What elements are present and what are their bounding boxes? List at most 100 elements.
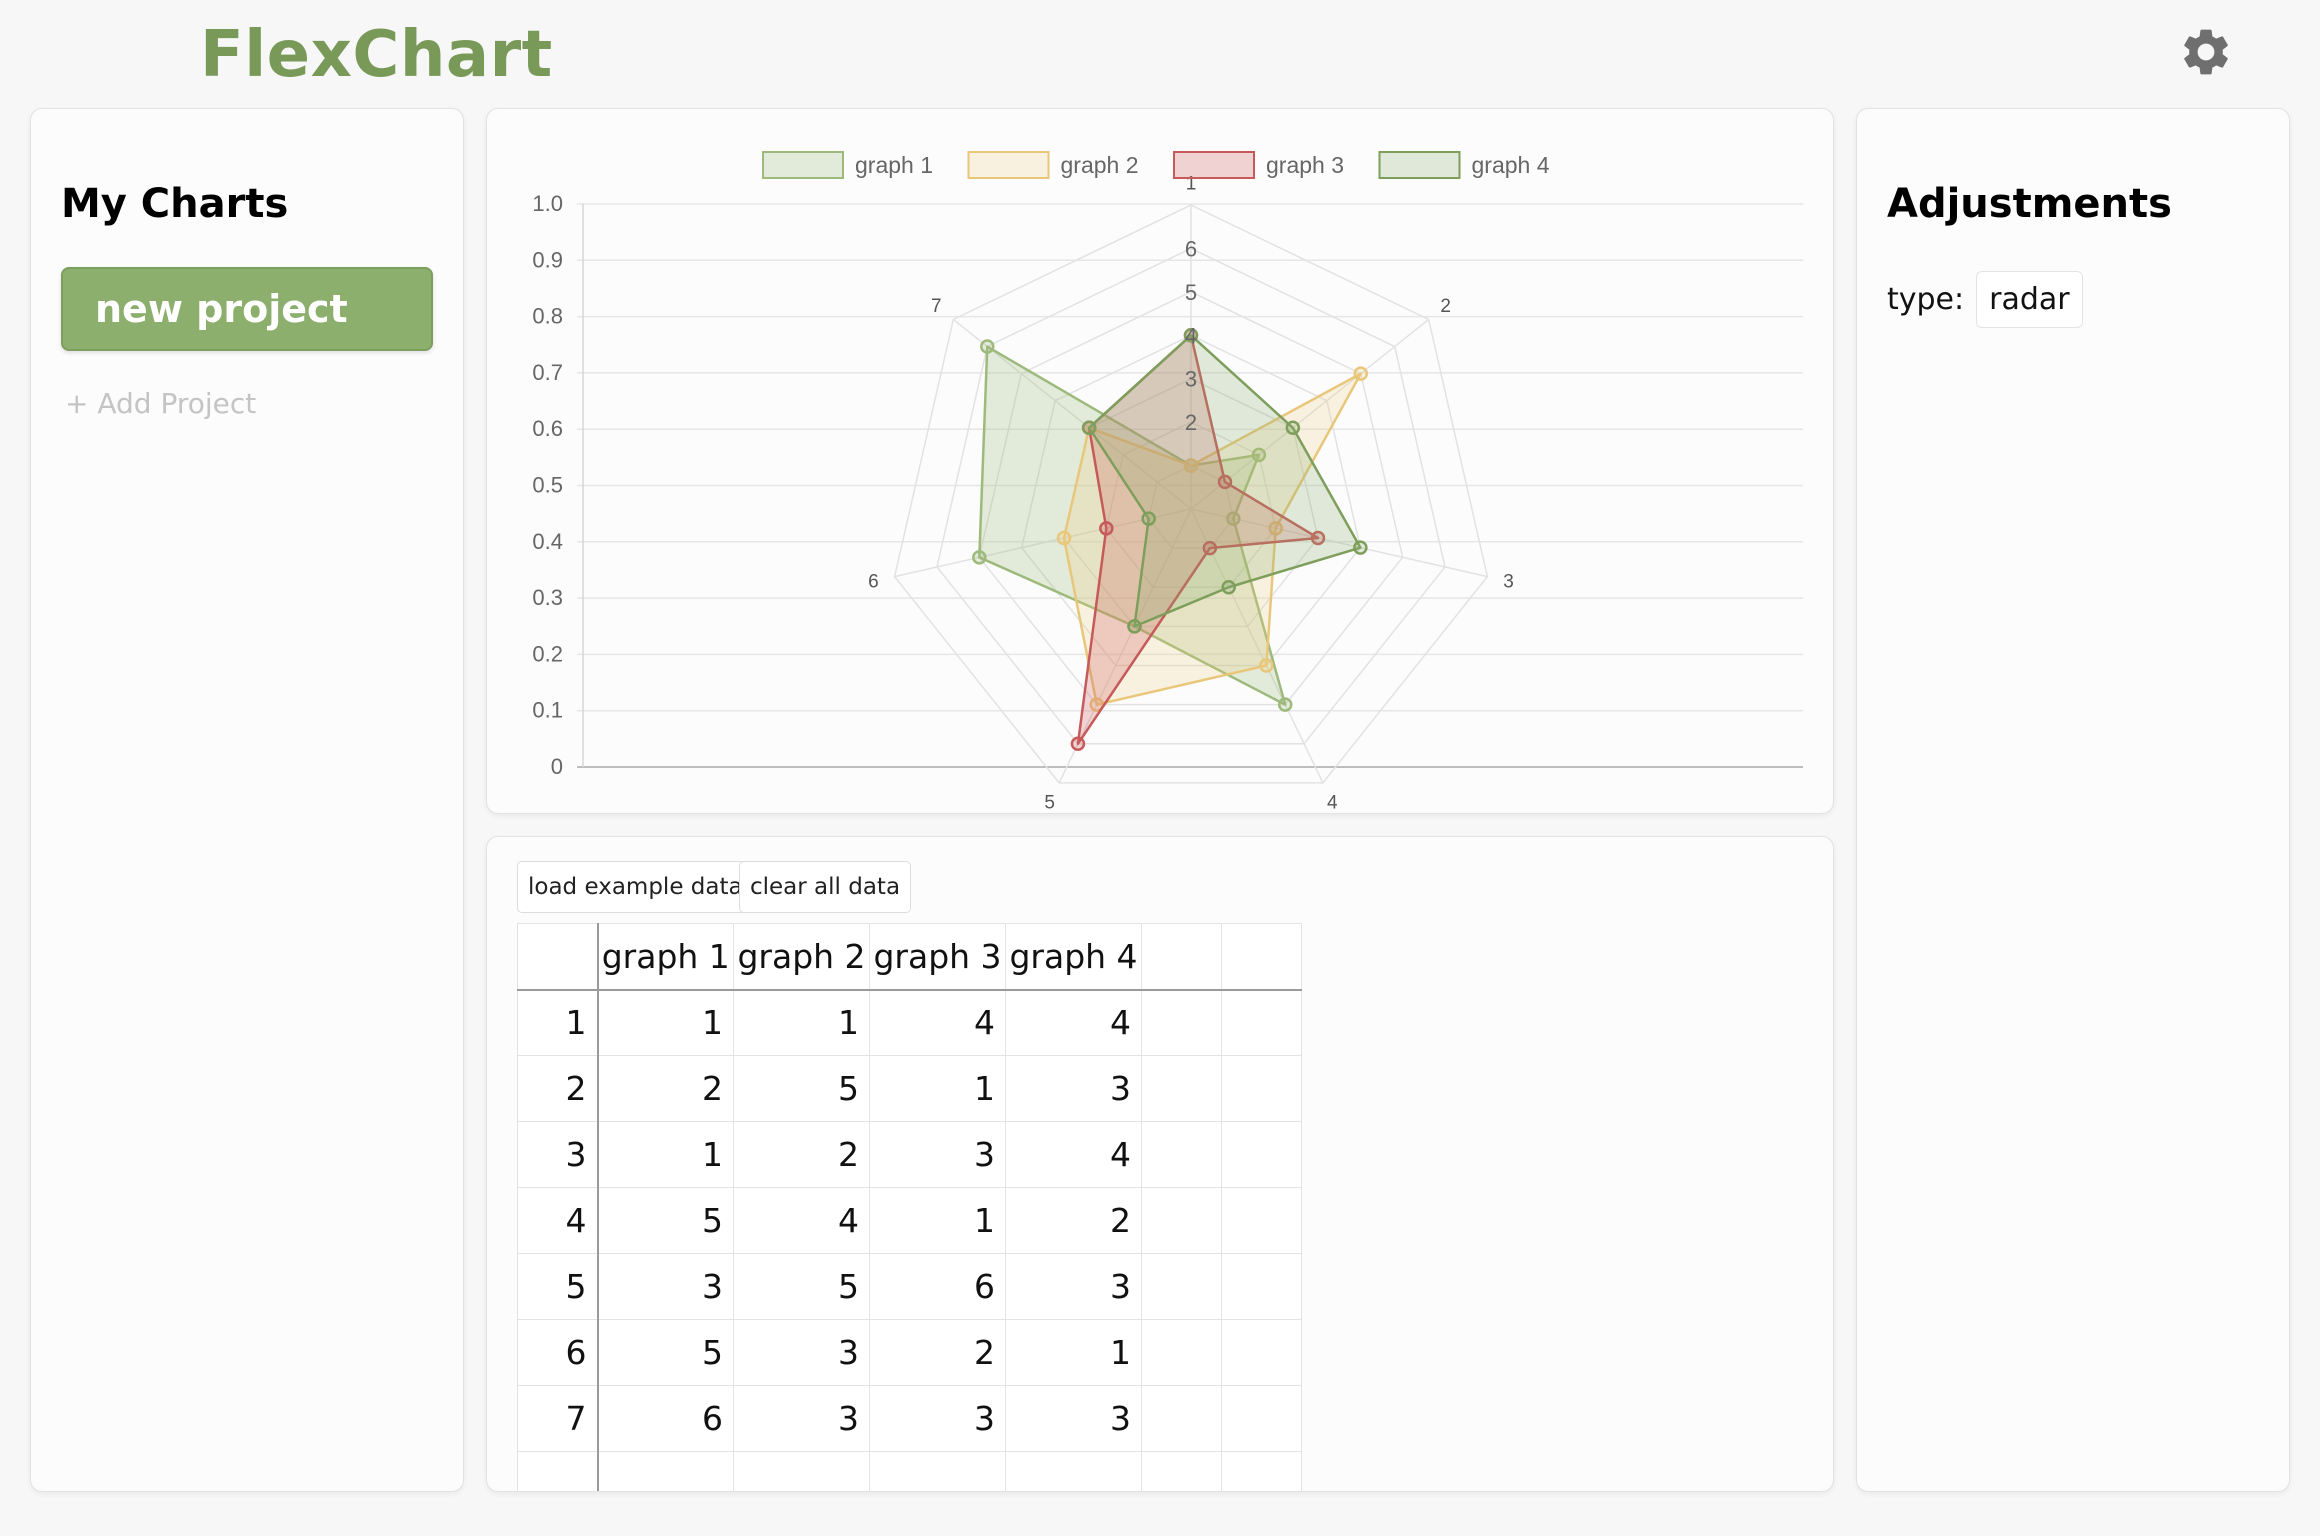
data-point — [1353, 366, 1369, 381]
data-cell[interactable]: 5 — [733, 1253, 870, 1320]
data-cell[interactable]: 1 — [869, 1187, 1006, 1254]
data-cell[interactable]: 1 — [869, 1055, 1006, 1122]
empty-cell[interactable] — [869, 1451, 1006, 1491]
data-cell[interactable]: 2 — [597, 1055, 734, 1122]
column-header[interactable]: graph 2 — [733, 923, 870, 991]
empty-cell[interactable] — [1141, 1055, 1222, 1122]
data-cell[interactable]: 4 — [1005, 1121, 1142, 1188]
data-cell[interactable]: 2 — [733, 1121, 870, 1188]
data-cell[interactable]: 3 — [869, 1385, 1006, 1452]
empty-cell[interactable] — [1221, 1121, 1302, 1188]
radial-tick-label: 2 — [1185, 410, 1197, 435]
data-point — [1141, 511, 1156, 526]
data-cell[interactable]: 1 — [1005, 1319, 1142, 1386]
empty-header-cell[interactable] — [1141, 923, 1222, 991]
empty-cell[interactable] — [597, 1451, 734, 1491]
empty-cell[interactable] — [1221, 1187, 1302, 1254]
empty-cell[interactable] — [1141, 1121, 1222, 1188]
empty-cell[interactable] — [733, 1451, 870, 1491]
load-example-data-button[interactable]: load example data — [517, 861, 754, 913]
radar-category-label: 6 — [868, 571, 879, 592]
column-header[interactable]: graph 4 — [1005, 923, 1142, 991]
table-row: 76333 — [517, 1385, 1302, 1452]
data-cell[interactable]: 2 — [869, 1319, 1006, 1386]
empty-cell[interactable] — [1221, 1451, 1302, 1491]
row-header[interactable]: 3 — [517, 1121, 599, 1188]
row-header[interactable]: 1 — [517, 989, 599, 1056]
empty-cell[interactable] — [1141, 1319, 1222, 1386]
add-project-link[interactable]: + Add Project — [65, 387, 256, 420]
row-header[interactable]: 7 — [517, 1385, 599, 1452]
data-cell[interactable]: 5 — [597, 1319, 734, 1386]
empty-cell[interactable] — [1221, 989, 1302, 1056]
empty-cell[interactable] — [1141, 989, 1222, 1056]
data-cell[interactable]: 4 — [733, 1187, 870, 1254]
empty-cell[interactable] — [1221, 1055, 1302, 1122]
settings-button[interactable] — [2176, 22, 2236, 82]
data-cell[interactable]: 4 — [1005, 989, 1142, 1056]
adjustments-panel: Adjustments type: radar — [1856, 108, 2290, 1492]
type-select[interactable]: radar — [1976, 271, 2083, 328]
data-cell[interactable]: 6 — [869, 1253, 1006, 1320]
empty-cell[interactable] — [1141, 1187, 1222, 1254]
legend-label: graph 3 — [1266, 152, 1344, 178]
row-header[interactable]: 4 — [517, 1187, 599, 1254]
adjustments-heading: Adjustments — [1887, 181, 2172, 227]
column-header[interactable]: graph 3 — [869, 923, 1006, 991]
data-cell[interactable]: 3 — [733, 1385, 870, 1452]
data-cell[interactable]: 3 — [1005, 1385, 1142, 1452]
empty-header-cell[interactable] — [1221, 923, 1302, 991]
y-tick-label: 0 — [551, 754, 563, 779]
data-cell[interactable]: 2 — [1005, 1187, 1142, 1254]
data-cell[interactable]: 6 — [597, 1385, 734, 1452]
empty-cell[interactable] — [1141, 1451, 1222, 1491]
gear-icon — [2184, 29, 2228, 75]
y-tick-label: 0.7 — [532, 360, 563, 385]
empty-cell[interactable] — [517, 1451, 599, 1491]
table-row — [517, 1451, 1302, 1491]
data-cell[interactable]: 3 — [597, 1253, 734, 1320]
data-cell[interactable]: 3 — [869, 1121, 1006, 1188]
row-header[interactable]: 5 — [517, 1253, 599, 1320]
data-cell[interactable]: 5 — [733, 1055, 870, 1122]
grid-corner-cell[interactable] — [517, 923, 599, 991]
data-cell[interactable]: 1 — [597, 989, 734, 1056]
data-cell[interactable]: 5 — [597, 1187, 734, 1254]
y-tick-label: 0.4 — [532, 529, 563, 554]
data-point — [980, 339, 995, 354]
row-header[interactable]: 6 — [517, 1319, 599, 1386]
radial-tick-label: 6 — [1185, 236, 1197, 261]
clear-all-data-button[interactable]: clear all data — [739, 861, 912, 913]
y-tick-label: 0.9 — [532, 247, 563, 272]
empty-cell[interactable] — [1221, 1385, 1302, 1452]
y-tick-label: 0.1 — [532, 698, 563, 723]
row-header[interactable]: 2 — [517, 1055, 599, 1122]
legend-swatch — [967, 151, 1050, 179]
data-cell[interactable]: 1 — [597, 1121, 734, 1188]
project-button[interactable]: new project — [61, 267, 433, 351]
empty-cell[interactable] — [1221, 1253, 1302, 1320]
empty-cell[interactable] — [1221, 1319, 1302, 1386]
legend-swatch — [1173, 151, 1255, 179]
data-point — [1099, 521, 1114, 536]
data-point — [1056, 530, 1072, 546]
empty-cell[interactable] — [1141, 1253, 1222, 1320]
radar-category-label: 7 — [931, 296, 942, 317]
data-cell[interactable]: 3 — [733, 1319, 870, 1386]
data-cell[interactable]: 3 — [1005, 1253, 1142, 1320]
y-tick-label: 0.2 — [532, 641, 563, 666]
data-cell[interactable]: 4 — [869, 989, 1006, 1056]
column-header[interactable]: graph 1 — [597, 923, 734, 991]
type-label: type: — [1887, 282, 1965, 317]
data-cell[interactable]: 1 — [733, 989, 870, 1056]
table-row: 45412 — [517, 1187, 1302, 1254]
table-row: 11144 — [517, 989, 1302, 1056]
data-cell[interactable]: 3 — [1005, 1055, 1142, 1122]
empty-cell[interactable] — [1141, 1385, 1222, 1452]
radar-category-label: 5 — [1044, 792, 1055, 813]
data-point — [1070, 736, 1086, 752]
radar-category-label: 4 — [1327, 792, 1338, 813]
radial-tick-label: 4 — [1185, 323, 1197, 348]
empty-cell[interactable] — [1005, 1451, 1142, 1491]
data-point — [1353, 540, 1368, 555]
